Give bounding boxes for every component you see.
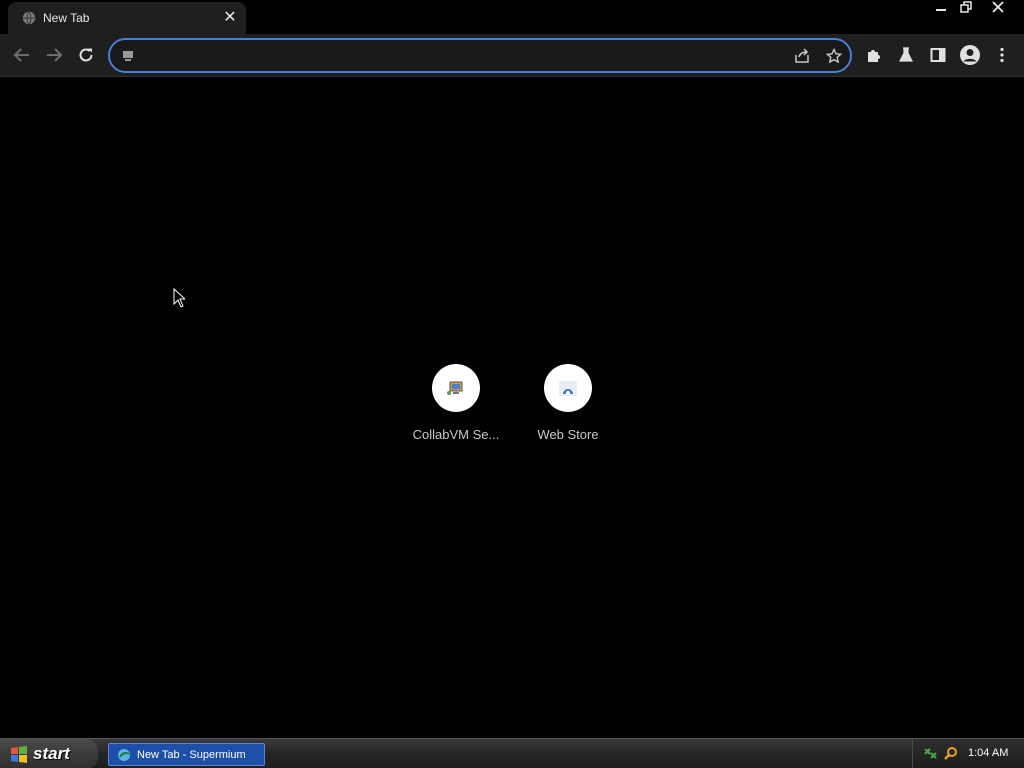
shortcut-label: CollabVM Se... [412,427,500,442]
shortcut-web-store[interactable]: Web Store [512,364,624,448]
close-icon[interactable]: ✕ [220,8,240,28]
taskbar-item-label: New Tab - Supermium [137,748,246,761]
shortcut-icon-container [432,364,480,412]
address-bar[interactable] [108,38,852,73]
menu-button[interactable] [988,41,1016,69]
start-label: start [33,744,70,763]
taskbar: start New Tab - Supermium 1:04 AM [0,738,1024,768]
browser-app-icon [118,748,130,761]
collabvm-icon [447,381,463,395]
flask-icon [899,47,913,62]
side-panel-button[interactable] [924,41,952,69]
reload-icon [79,48,93,62]
profile-button[interactable] [956,41,984,69]
mouse-cursor-icon [173,288,185,308]
kebab-menu-icon [1000,47,1004,63]
bookmark-button[interactable] [822,45,846,67]
webstore-icon [559,381,577,396]
labs-button[interactable] [892,41,920,69]
browser-toolbar [0,34,1024,77]
omnibox-input[interactable] [140,45,770,66]
site-info-icon [123,51,133,61]
windows-logo-icon [11,746,27,763]
clock: 1:04 AM [968,747,1009,759]
back-button[interactable] [8,41,36,69]
reload-button[interactable] [72,41,100,69]
star-icon [826,48,842,64]
window-close-icon[interactable] [985,0,1011,18]
network-icon[interactable] [923,746,938,761]
arrow-left-icon [13,48,29,62]
tab-title: New Tab [43,11,90,25]
desktop-screen: New Tab ✕ CollabVM Se... Web Store start… [0,0,1024,768]
forward-button[interactable] [40,41,68,69]
start-button[interactable]: start [0,739,98,768]
share-icon [795,48,809,63]
extensions-button[interactable] [860,41,888,69]
shortcut-label: Web Store [537,427,599,442]
shortcut-collabvm[interactable]: CollabVM Se... [400,364,512,448]
tab-new-tab[interactable]: New Tab ✕ [8,2,246,34]
shortcut-icon-container [544,364,592,412]
side-panel-icon [930,48,946,62]
puzzle-icon [868,50,880,62]
new-tab-page: CollabVM Se... Web Store [0,78,1024,738]
restore-icon[interactable] [953,0,979,18]
system-tray: 1:04 AM [912,739,1024,768]
avatar-icon [960,45,980,65]
share-button[interactable] [790,45,814,67]
globe-icon [22,11,36,25]
arrow-right-icon [47,48,63,62]
minimize-icon[interactable] [928,0,954,18]
tab-strip: New Tab ✕ [0,0,1024,34]
search-icon[interactable] [943,746,958,761]
taskbar-item-browser[interactable]: New Tab - Supermium [108,743,265,766]
